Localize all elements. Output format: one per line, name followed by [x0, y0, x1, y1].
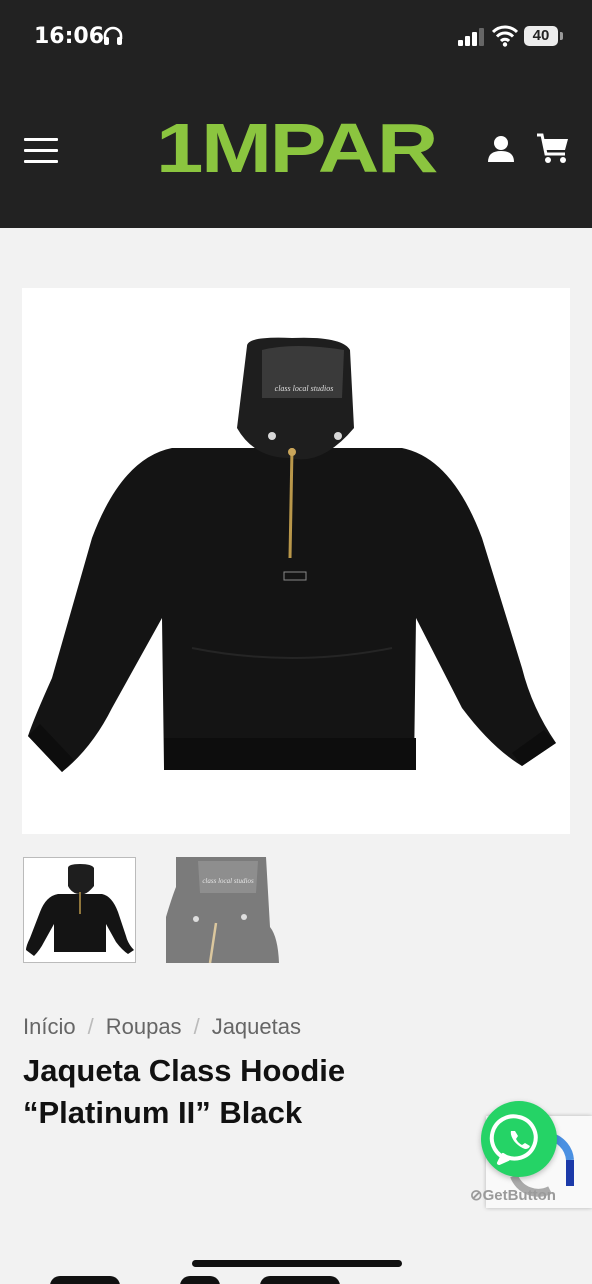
product-title: Jaqueta Class Hoodie “Platinum II” Black	[23, 1053, 346, 1130]
signal-icon	[458, 28, 484, 46]
site-header: 1MPAR	[0, 76, 592, 228]
user-icon[interactable]	[486, 134, 516, 164]
menu-icon[interactable]	[24, 138, 58, 164]
home-indicator	[192, 1260, 402, 1267]
headphones-icon	[103, 26, 123, 45]
breadcrumb-link-roupas[interactable]: Roupas	[106, 1014, 182, 1039]
getbutton-icon: ⊘	[470, 1187, 483, 1204]
status-time: 16:06	[34, 24, 105, 49]
breadcrumb-link-inicio[interactable]: Início	[23, 1014, 76, 1039]
status-bar: 16:06 40	[0, 0, 592, 76]
battery-tip	[560, 32, 563, 40]
whatsapp-button[interactable]	[481, 1101, 557, 1177]
battery-icon: 40	[524, 26, 558, 46]
thumbnail-2[interactable]: class local studios	[166, 857, 279, 963]
whatsapp-icon	[489, 1114, 538, 1165]
svg-text:class local studios: class local studios	[275, 384, 334, 393]
wifi-icon	[492, 25, 518, 47]
price-peek	[30, 1264, 350, 1284]
getbutton-label[interactable]: ⊘GetButton	[470, 1186, 556, 1204]
store-logo[interactable]: 1MPAR	[154, 116, 438, 182]
product-main-image[interactable]: class local studios	[22, 288, 570, 834]
breadcrumb-separator: /	[193, 1014, 200, 1039]
breadcrumb: Início / Roupas / Jaquetas	[23, 1014, 301, 1040]
svg-text:class local studios: class local studios	[202, 877, 254, 885]
thumbnail-1[interactable]	[23, 857, 136, 963]
svg-text:1MPAR: 1MPAR	[156, 116, 438, 182]
breadcrumb-separator: /	[87, 1014, 94, 1039]
cart-icon[interactable]	[536, 132, 570, 164]
hoodie-image: class local studios	[28, 337, 556, 772]
breadcrumb-link-jaquetas[interactable]: Jaquetas	[212, 1014, 301, 1039]
